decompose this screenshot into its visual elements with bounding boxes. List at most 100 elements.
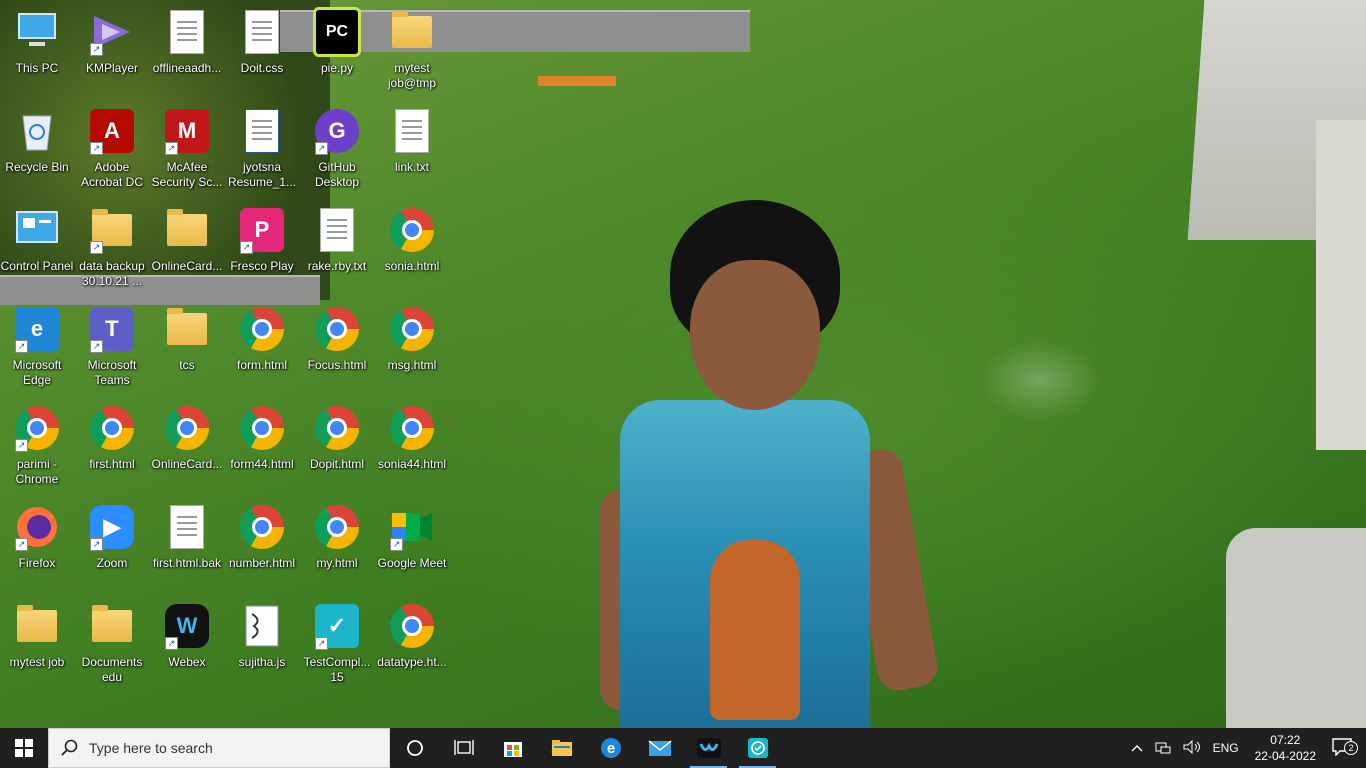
chrome-icon xyxy=(90,406,134,450)
desktop-icon-data-backup[interactable]: ↗ data backup 30.10.21 ... xyxy=(75,200,149,296)
document-icon xyxy=(395,109,429,153)
desktop-icon-label: mytest job xyxy=(9,655,65,669)
chrome-icon xyxy=(390,604,434,648)
pycharm-icon: PC xyxy=(313,7,361,57)
desktop-icon-label: first.html xyxy=(89,457,135,471)
script-file-icon xyxy=(245,605,279,647)
desktop-icon-google-meet[interactable]: ↗ Google Meet xyxy=(375,497,449,593)
desktop-icon-control-panel[interactable]: Control Panel xyxy=(0,200,74,296)
desktop-icon-sonia44-html[interactable]: sonia44.html xyxy=(375,398,449,494)
document-icon xyxy=(170,10,204,54)
search-box[interactable]: Type here to search xyxy=(48,728,390,768)
start-button[interactable] xyxy=(0,728,48,768)
desktop-icon-focus-html[interactable]: Focus.html xyxy=(300,299,374,395)
desktop-icon-label: Fresco Play xyxy=(230,259,294,273)
desktop-icon-kmplayer[interactable]: ↗ KMPlayer xyxy=(75,2,149,98)
wallpaper-object xyxy=(538,76,616,86)
webex-taskbar-button[interactable] xyxy=(684,728,733,768)
language-indicator[interactable]: ENG xyxy=(1207,741,1245,755)
desktop-icon-mcafee[interactable]: M ↗ McAfee Security Sc... xyxy=(150,101,224,197)
desktop-icon-pie-py[interactable]: PC pie.py xyxy=(300,2,374,98)
document-icon xyxy=(245,10,279,54)
desktop-icon-documents-edu[interactable]: Documents edu xyxy=(75,596,149,692)
chrome-icon xyxy=(240,406,284,450)
desktop-icon-microsoft-teams[interactable]: T ↗ Microsoft Teams xyxy=(75,299,149,395)
desktop-icon-label: rake.rby.txt xyxy=(307,259,367,273)
desktop-icon-mytest-job[interactable]: mytest job xyxy=(0,596,74,692)
desktop-icon-first-html[interactable]: first.html xyxy=(75,398,149,494)
desktop-icon-my-html[interactable]: my.html xyxy=(300,497,374,593)
shortcut-arrow-icon: ↗ xyxy=(90,241,103,254)
desktop-icon-firefox[interactable]: ↗ Firefox xyxy=(0,497,74,593)
task-view-button[interactable] xyxy=(439,728,488,768)
volume-icon[interactable] xyxy=(1177,739,1207,757)
desktop-icon-recycle-bin[interactable]: Recycle Bin xyxy=(0,101,74,197)
folder-icon xyxy=(551,740,572,756)
recycle-bin-icon xyxy=(22,115,52,151)
chrome-icon xyxy=(390,208,434,252)
desktop-icon-microsoft-edge[interactable]: e ↗ Microsoft Edge xyxy=(0,299,74,395)
desktop-icon-datatype-html[interactable]: datatype.ht... xyxy=(375,596,449,692)
desktop-icon-label: offlineaadh... xyxy=(152,61,222,75)
desktop-icon-msg-html[interactable]: msg.html xyxy=(375,299,449,395)
shortcut-arrow-icon: ↗ xyxy=(90,538,103,551)
desktop-icon-form-html[interactable]: form.html xyxy=(225,299,299,395)
desktop-icon-dopit-html[interactable]: Dopit.html xyxy=(300,398,374,494)
system-tray: ENG 07:22 22-04-2022 2 xyxy=(1125,728,1366,768)
desktop-icon-sujitha-js[interactable]: sujitha.js xyxy=(225,596,299,692)
shortcut-arrow-icon: ↗ xyxy=(15,340,28,353)
desktop-icon-rake-txt[interactable]: rake.rby.txt xyxy=(300,200,374,296)
desktop-icon-github-desktop[interactable]: G ↗ GitHub Desktop xyxy=(300,101,374,197)
desktop-icon-sonia-html[interactable]: sonia.html xyxy=(375,200,449,296)
desktop-icon-onlinecard-folder[interactable]: OnlineCard... xyxy=(150,200,224,296)
desktop-icon-form44-html[interactable]: form44.html xyxy=(225,398,299,494)
mail-icon xyxy=(648,740,671,756)
desktop-icon-fresco-play[interactable]: P ↗ Fresco Play xyxy=(225,200,299,296)
chrome-icon xyxy=(390,406,434,450)
desktop-icon-label: pie.py xyxy=(320,61,354,75)
desktop-icon-label: Dopit.html xyxy=(309,457,365,471)
desktop-icon-onlinecard-html[interactable]: OnlineCard... xyxy=(150,398,224,494)
desktop-icon-label: GitHub Desktop xyxy=(314,160,360,189)
desktop-icon-label: sujitha.js xyxy=(238,655,286,669)
cortana-button[interactable] xyxy=(390,728,439,768)
shortcut-arrow-icon: ↗ xyxy=(165,637,178,650)
desktop-icon-label: jyotsna Resume_1... xyxy=(227,160,297,189)
desktop-icon-mytest-job-tmp[interactable]: mytest job@tmp xyxy=(375,2,449,98)
desktop-icon-webex[interactable]: W ↗ Webex xyxy=(150,596,224,692)
desktop-icon-zoom[interactable]: ▶ ↗ Zoom xyxy=(75,497,149,593)
show-hidden-icons-chevron-up-icon[interactable] xyxy=(1125,741,1149,755)
desktop-icon-this-pc[interactable]: This PC xyxy=(0,2,74,98)
chrome-icon xyxy=(240,307,284,351)
desktop-icon-label: Firefox xyxy=(18,556,56,570)
desktop-icon-testcomplete[interactable]: ✓ ↗ TestCompl... 15 xyxy=(300,596,374,692)
clock[interactable]: 07:22 22-04-2022 xyxy=(1245,732,1326,764)
edge-taskbar-button[interactable]: e xyxy=(586,728,635,768)
mail-button[interactable] xyxy=(635,728,684,768)
desktop-icon-label: Microsoft Teams xyxy=(87,358,137,387)
desktop-icon-adobe-acrobat[interactable]: A ↗ Adobe Acrobat DC xyxy=(75,101,149,197)
desktop-icon-first-html-bak[interactable]: first.html.bak xyxy=(150,497,224,593)
folder-icon xyxy=(167,209,207,246)
desktop-icon-jyotsna-resume[interactable]: jyotsna Resume_1... xyxy=(225,101,299,197)
file-explorer-button[interactable] xyxy=(537,728,586,768)
desktop-icon-label: link.txt xyxy=(394,160,429,174)
desktop-icon-label: form.html xyxy=(236,358,287,372)
notification-center-button[interactable]: 2 xyxy=(1326,737,1366,759)
desktop-icon-label: data backup 30.10.21 ... xyxy=(79,259,145,288)
shortcut-arrow-icon: ↗ xyxy=(165,142,178,155)
desktop-icon-number-html[interactable]: number.html xyxy=(225,497,299,593)
wallpaper-path-lower xyxy=(1226,528,1366,728)
cortana-icon xyxy=(406,740,423,756)
chrome-icon xyxy=(315,406,359,450)
network-icon[interactable] xyxy=(1149,740,1177,757)
desktop-icon-offlineaadhaar[interactable]: offlineaadh... xyxy=(150,2,224,98)
desktop-icon-parimi-chrome[interactable]: ↗ parimi - Chrome xyxy=(0,398,74,494)
desktop-icon-label: datatype.ht... xyxy=(377,655,447,669)
computer-icon xyxy=(18,13,56,46)
desktop-icon-tcs[interactable]: tcs xyxy=(150,299,224,395)
testcomplete-taskbar-button[interactable] xyxy=(733,728,782,768)
microsoft-store-button[interactable] xyxy=(488,728,537,768)
desktop-icon-link-txt[interactable]: link.txt xyxy=(375,101,449,197)
desktop-icon-doit-css[interactable]: Doit.css xyxy=(225,2,299,98)
